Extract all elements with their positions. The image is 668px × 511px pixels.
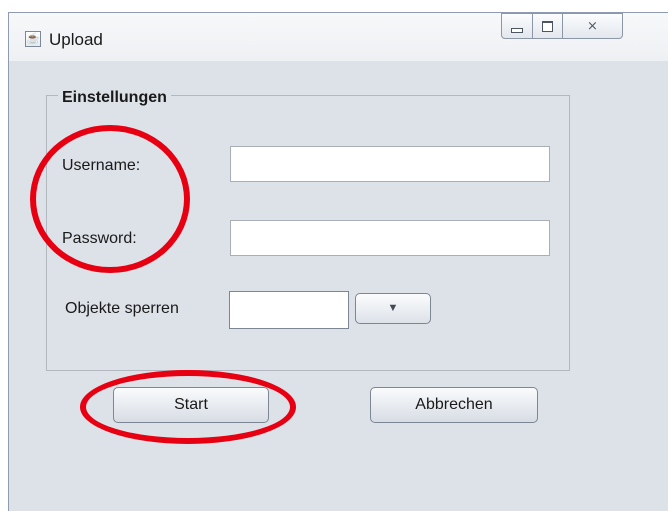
close-button[interactable]: ⨯: [563, 13, 623, 39]
close-icon: ⨯: [587, 18, 598, 33]
lock-objects-dropdown-button[interactable]: ▼: [355, 293, 431, 324]
username-label: Username:: [62, 157, 141, 174]
cancel-button[interactable]: Abbrechen: [370, 387, 538, 423]
password-label: Password:: [62, 230, 137, 247]
lock-objects-label: Objekte sperren: [65, 300, 179, 317]
maximize-button[interactable]: [533, 13, 563, 39]
minimize-button[interactable]: [501, 13, 533, 39]
minimize-icon: [511, 27, 523, 33]
lock-objects-combo-field[interactable]: [229, 291, 349, 329]
upload-dialog: ☕ Upload ⨯ Einstellungen Username: Passw…: [8, 12, 668, 511]
maximize-icon: [542, 20, 553, 32]
window-title: Upload: [49, 30, 103, 49]
title-bar[interactable]: ☕ Upload ⨯: [9, 13, 668, 61]
window-controls: ⨯: [501, 13, 668, 41]
password-field[interactable]: [230, 220, 550, 256]
username-field[interactable]: [230, 146, 550, 182]
settings-group-title: Einstellungen: [58, 89, 171, 107]
chevron-down-icon: ▼: [387, 302, 399, 314]
java-icon: ☕: [25, 31, 41, 47]
start-button[interactable]: Start: [113, 387, 269, 423]
